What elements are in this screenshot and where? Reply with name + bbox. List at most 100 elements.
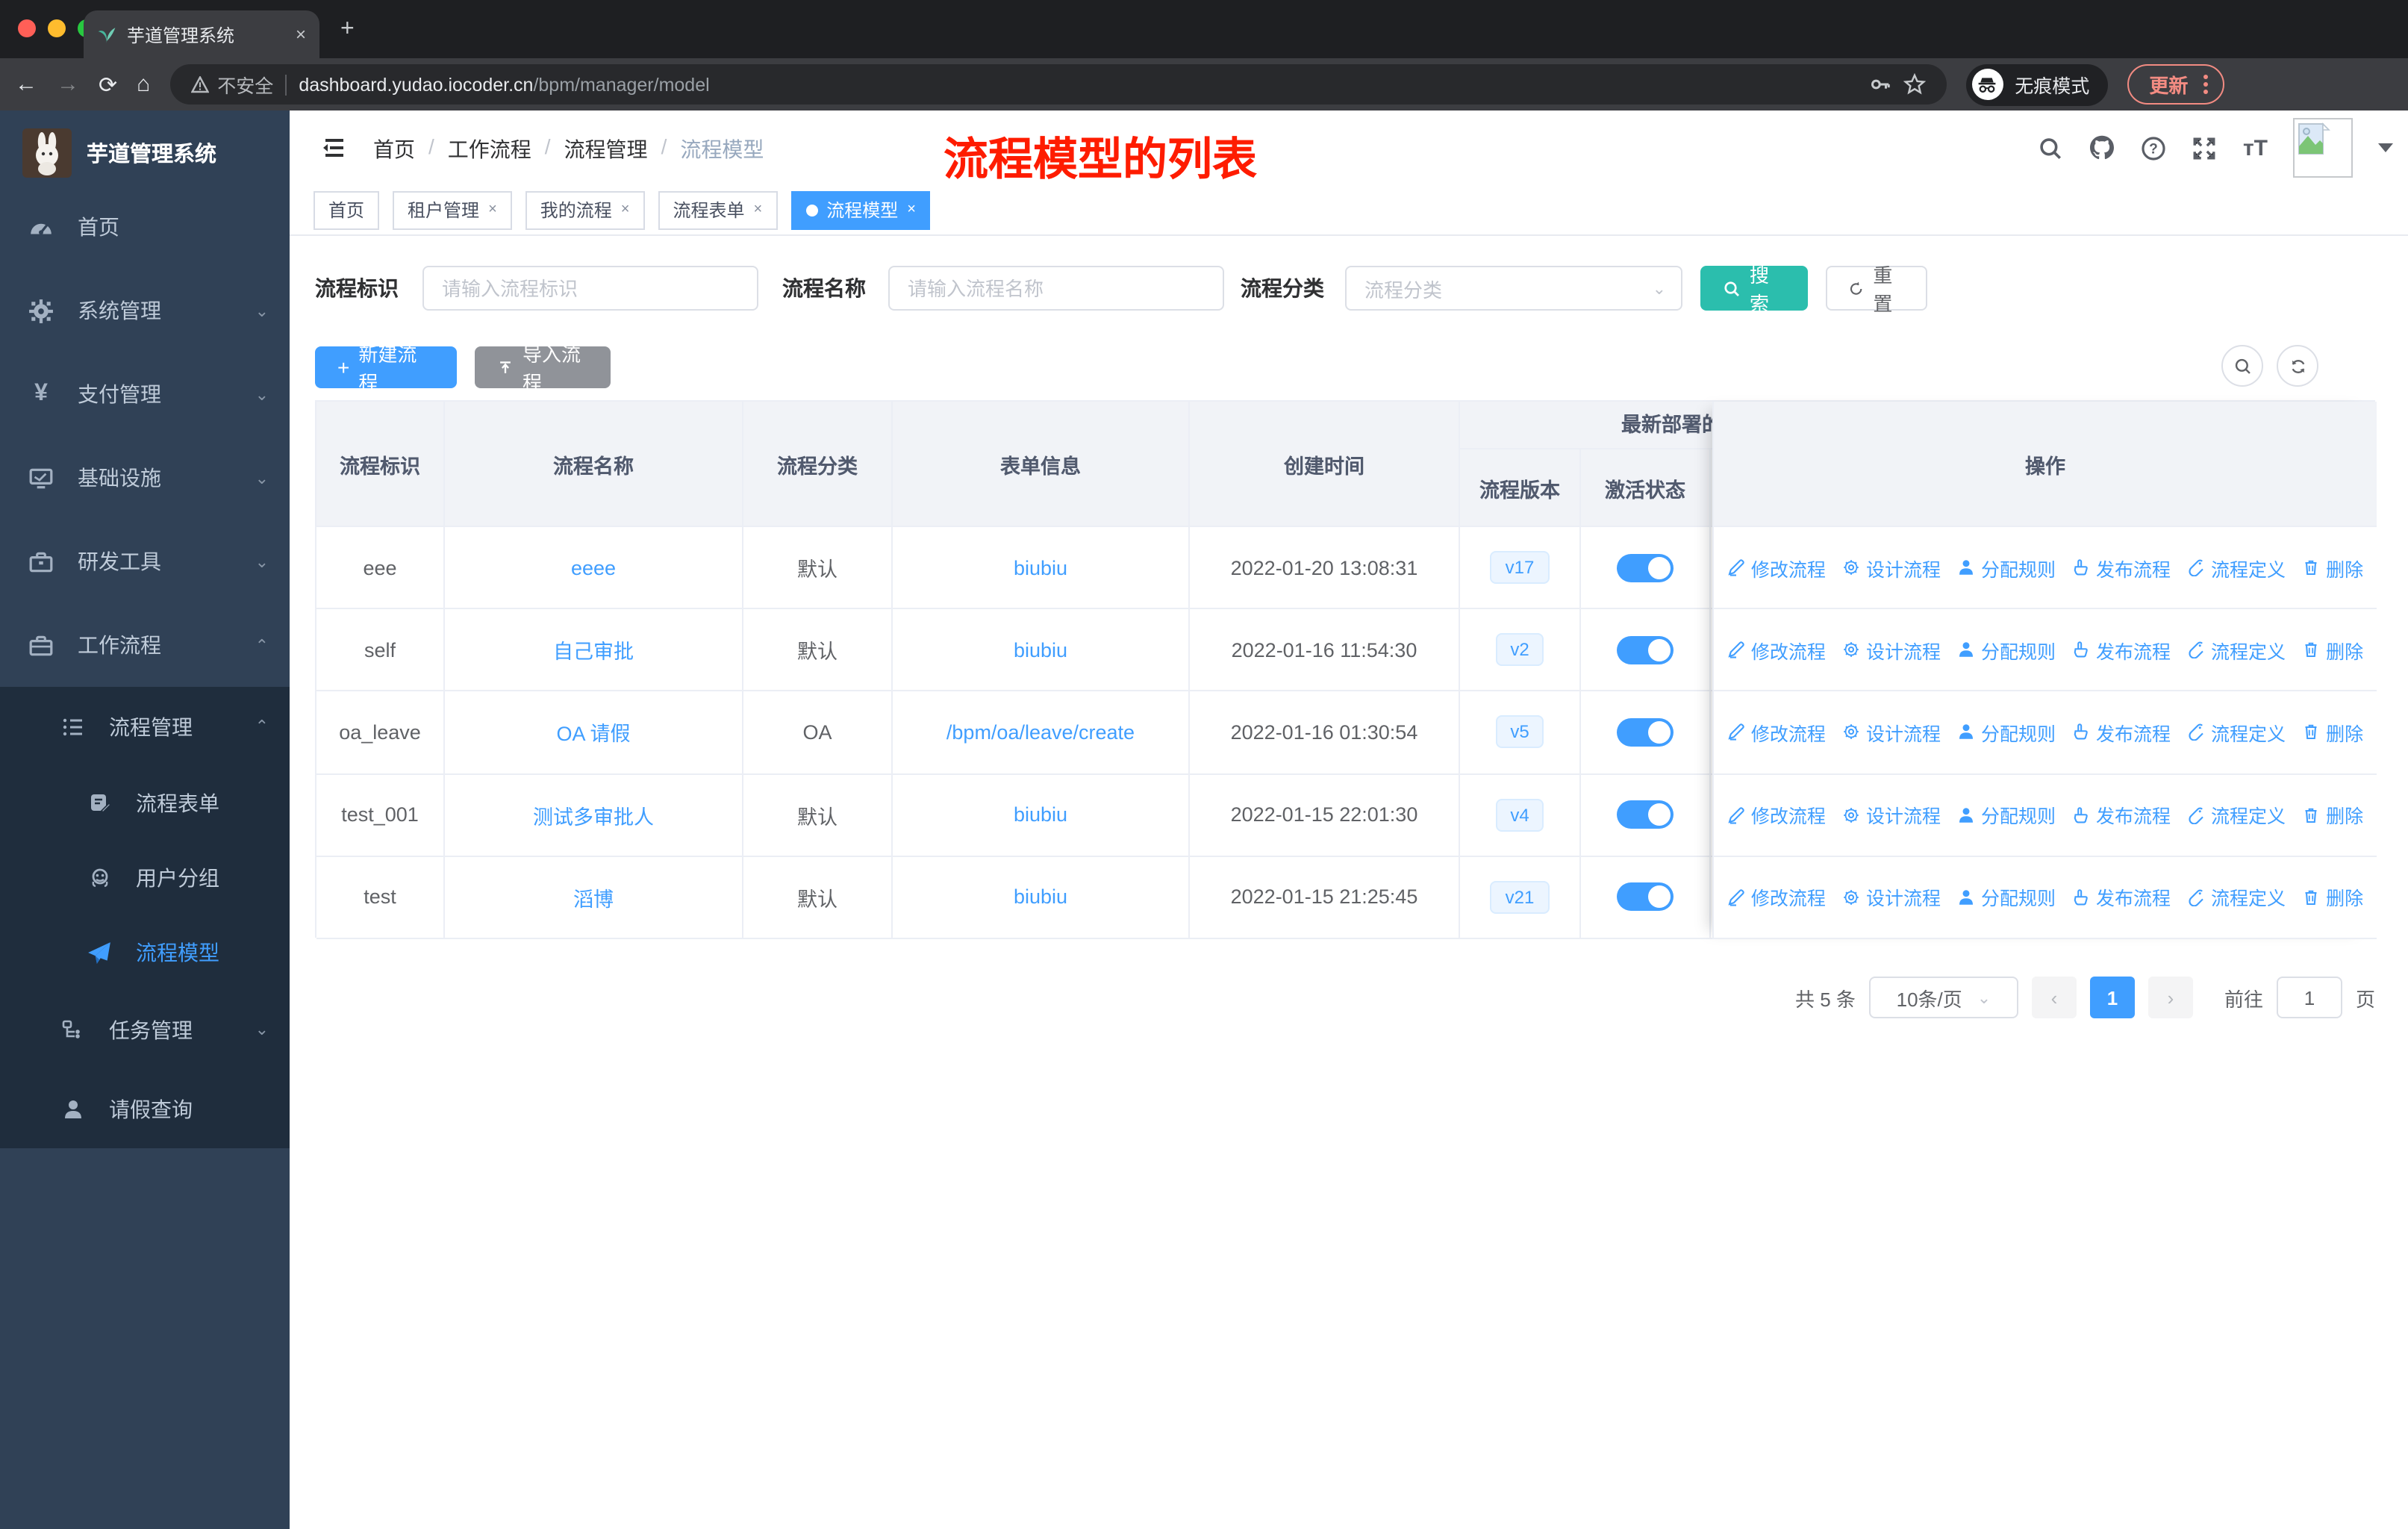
tag-close-icon[interactable]: × <box>754 202 763 218</box>
refresh-table-button[interactable] <box>2277 345 2318 387</box>
active-toggle[interactable] <box>1617 800 1674 829</box>
process-name-link[interactable]: 测试多审批人 <box>533 800 654 829</box>
sidebar-item-home[interactable]: 首页 <box>0 185 290 269</box>
search-button[interactable]: 搜索 <box>1700 264 1808 315</box>
active-toggle[interactable] <box>1617 882 1674 912</box>
browser-update-button[interactable]: 更新 <box>2127 64 2224 105</box>
tag-1[interactable]: 租户管理 × <box>393 190 512 229</box>
font-size-icon[interactable]: тT <box>2243 135 2268 161</box>
sidebar-item-user-group[interactable]: 用户分组 <box>0 841 290 915</box>
reset-button[interactable]: 重置 <box>1826 264 1927 315</box>
action-publish-link[interactable]: 发布流程 <box>2072 718 2171 747</box>
action-publish-link[interactable]: 发布流程 <box>2072 636 2171 664</box>
action-del-link[interactable]: 删除 <box>2302 883 2363 912</box>
tab-close-icon[interactable]: × <box>296 24 306 45</box>
breadcrumb-item[interactable]: 流程管理 <box>564 134 648 164</box>
prev-page-button[interactable]: ‹ <box>2031 977 2077 1018</box>
browser-menu-icon[interactable] <box>2203 75 2208 94</box>
minimize-window-button[interactable] <box>48 19 66 37</box>
action-edit-link[interactable]: 修改流程 <box>1727 553 1826 582</box>
create-process-button[interactable]: + 新建流程 <box>315 343 457 394</box>
breadcrumb-item[interactable]: 首页 <box>373 134 415 164</box>
tag-2[interactable]: 我的流程 × <box>525 190 645 229</box>
action-gear-link[interactable]: 设计流程 <box>1842 883 1941 912</box>
sidebar-toggle-icon[interactable] <box>321 134 348 161</box>
reload-icon[interactable]: ⟳ <box>99 71 117 98</box>
action-gear-link[interactable]: 设计流程 <box>1842 800 1941 829</box>
help-icon[interactable]: ? <box>2142 135 2167 161</box>
sidebar-item-task-mgmt[interactable]: 任务管理 ⌄ <box>0 990 290 1069</box>
action-del-link[interactable]: 删除 <box>2302 800 2363 829</box>
form-info-link[interactable]: biubiu <box>1014 803 1067 826</box>
sidebar-item-devtools[interactable]: 研发工具 ⌄ <box>0 520 290 603</box>
action-user-link[interactable]: 分配规则 <box>1957 553 2056 582</box>
close-window-button[interactable] <box>18 19 36 37</box>
sidebar-item-process-form[interactable]: 流程表单 <box>0 766 290 841</box>
tag-0[interactable]: 首页 <box>314 190 380 229</box>
action-user-link[interactable]: 分配规则 <box>1957 800 2056 829</box>
sidebar-item-infra[interactable]: 基础设施 ⌄ <box>0 436 290 520</box>
action-user-link[interactable]: 分配规则 <box>1957 718 2056 747</box>
process-name-link[interactable]: 滔博 <box>573 882 614 912</box>
search-icon[interactable] <box>2039 135 2064 161</box>
sidebar-item-process-model[interactable]: 流程模型 <box>0 915 290 990</box>
action-gear-link[interactable]: 设计流程 <box>1842 636 1941 664</box>
form-info-link[interactable]: biubiu <box>1014 886 1067 909</box>
sidebar-item-payment[interactable]: ¥ 支付管理 ⌄ <box>0 352 290 436</box>
tag-close-icon[interactable]: × <box>907 202 916 218</box>
action-gear-link[interactable]: 设计流程 <box>1842 553 1941 582</box>
action-publish-link[interactable]: 发布流程 <box>2072 883 2171 912</box>
action-edit-link[interactable]: 修改流程 <box>1727 718 1826 747</box>
avatar-caret-icon[interactable] <box>2378 143 2393 152</box>
filter-id-input[interactable] <box>422 266 758 311</box>
action-del-link[interactable]: 删除 <box>2302 553 2363 582</box>
action-user-link[interactable]: 分配规则 <box>1957 883 2056 912</box>
sidebar-item-system[interactable]: 系统管理 ⌄ <box>0 269 290 352</box>
process-name-link[interactable]: eeee <box>571 556 616 579</box>
github-icon[interactable] <box>2089 134 2116 161</box>
action-publish-link[interactable]: 发布流程 <box>2072 800 2171 829</box>
sidebar-item-leave-query[interactable]: 请假查询 <box>0 1069 290 1148</box>
action-publish-link[interactable]: 发布流程 <box>2072 553 2171 582</box>
avatar[interactable] <box>2293 118 2353 178</box>
action-gear-link[interactable]: 设计流程 <box>1842 718 1941 747</box>
active-toggle[interactable] <box>1617 553 1674 582</box>
breadcrumb-item[interactable]: 工作流程 <box>448 134 531 164</box>
process-name-link[interactable]: 自己审批 <box>553 635 634 665</box>
sidebar-item-workflow[interactable]: 工作流程 ⌃ <box>0 603 290 687</box>
page-1-button[interactable]: 1 <box>2089 977 2135 1018</box>
goto-page-input[interactable] <box>2276 977 2342 1018</box>
back-icon[interactable]: ← <box>15 72 37 97</box>
action-definition-link[interactable]: 流程定义 <box>2187 636 2286 664</box>
action-definition-link[interactable]: 流程定义 <box>2187 883 2286 912</box>
action-edit-link[interactable]: 修改流程 <box>1727 883 1826 912</box>
show-search-toggle-button[interactable] <box>2221 345 2263 387</box>
active-toggle[interactable] <box>1617 635 1674 664</box>
browser-tab[interactable]: 芋道管理系统 × <box>84 10 319 58</box>
active-toggle[interactable] <box>1617 717 1674 747</box>
action-edit-link[interactable]: 修改流程 <box>1727 800 1826 829</box>
import-process-button[interactable]: 导入流程 <box>475 343 611 394</box>
form-info-link[interactable]: biubiu <box>1014 639 1067 661</box>
action-definition-link[interactable]: 流程定义 <box>2187 718 2286 747</box>
form-info-link[interactable]: /bpm/oa/leave/create <box>946 721 1135 744</box>
tag-4[interactable]: 流程模型 × <box>790 190 931 229</box>
filter-category-select[interactable]: 流程分类 ⌄ <box>1345 266 1682 311</box>
new-tab-button[interactable]: + <box>340 17 355 42</box>
address-bar[interactable]: 不安全 dashboard.yudao.iocoder.cn/bpm/manag… <box>169 64 1947 105</box>
action-user-link[interactable]: 分配规则 <box>1957 636 2056 664</box>
action-del-link[interactable]: 删除 <box>2302 718 2363 747</box>
sidebar-item-process-mgmt[interactable]: 流程管理 ⌃ <box>0 687 290 766</box>
action-edit-link[interactable]: 修改流程 <box>1727 636 1826 664</box>
action-del-link[interactable]: 删除 <box>2302 636 2363 664</box>
form-info-link[interactable]: biubiu <box>1014 556 1067 579</box>
security-warning[interactable]: 不安全 <box>190 70 273 99</box>
action-definition-link[interactable]: 流程定义 <box>2187 800 2286 829</box>
action-definition-link[interactable]: 流程定义 <box>2187 553 2286 582</box>
forward-icon[interactable]: → <box>57 72 79 97</box>
process-name-link[interactable]: OA 请假 <box>556 717 630 747</box>
tag-3[interactable]: 流程表单 × <box>658 190 778 229</box>
password-key-icon[interactable] <box>1868 73 1891 96</box>
home-icon[interactable]: ⌂ <box>137 72 150 97</box>
fullscreen-icon[interactable] <box>2192 135 2218 161</box>
